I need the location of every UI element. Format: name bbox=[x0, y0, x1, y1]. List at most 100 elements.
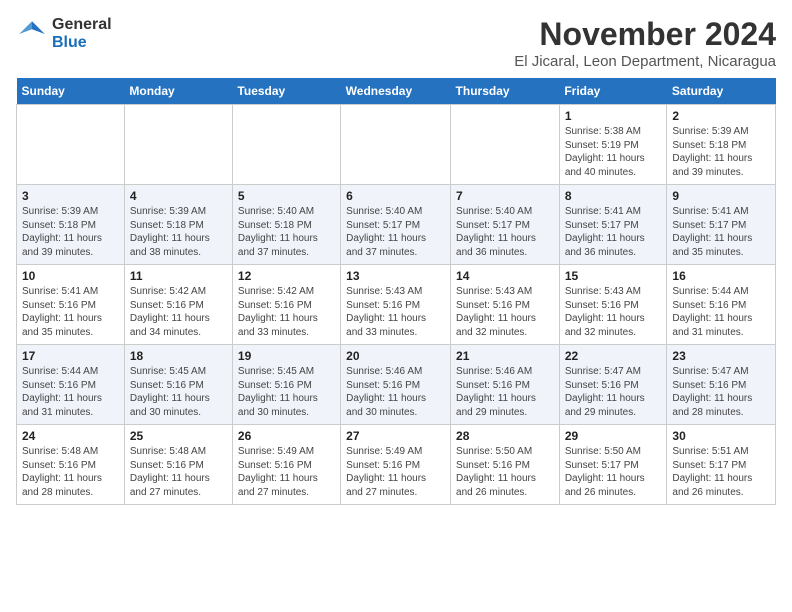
day-number: 29 bbox=[565, 429, 662, 443]
header-friday: Friday bbox=[559, 78, 667, 105]
day-number: 20 bbox=[346, 349, 445, 363]
day-number: 26 bbox=[238, 429, 335, 443]
week-row-3: 10Sunrise: 5:41 AM Sunset: 5:16 PM Dayli… bbox=[17, 265, 776, 345]
page-header: General Blue November 2024 El Jicaral, L… bbox=[16, 16, 776, 70]
day-number: 24 bbox=[22, 429, 119, 443]
calendar-cell: 18Sunrise: 5:45 AM Sunset: 5:16 PM Dayli… bbox=[124, 345, 232, 425]
day-info: Sunrise: 5:48 AM Sunset: 5:16 PM Dayligh… bbox=[130, 445, 227, 499]
calendar-cell: 29 Sunrise: 5:50 AM Sunset: 5:17 PM Dayli… bbox=[559, 425, 667, 505]
week-row-5: 24 Sunrise: 5:48 AM Sunset: 5:16 PM Dayli… bbox=[17, 425, 776, 505]
calendar-cell: 7 Sunrise: 5:40 AM Sunset: 5:17 PM Daylig… bbox=[451, 185, 560, 265]
main-title: November 2024 bbox=[514, 16, 776, 53]
calendar-cell: 23 Sunrise: 5:47 AM Sunset: 5:16 PM Dayli… bbox=[667, 345, 776, 425]
day-info: Sunrise: 5:46 AM Sunset: 5:16 PM Dayligh… bbox=[456, 365, 554, 419]
calendar-table: SundayMondayTuesdayWednesdayThursdayFrid… bbox=[16, 78, 776, 505]
day-info: Sunrise: 5:43 AM Sunset: 5:16 PM Dayligh… bbox=[565, 285, 662, 339]
header-wednesday: Wednesday bbox=[341, 78, 451, 105]
calendar-cell: 25 Sunrise: 5:48 AM Sunset: 5:16 PM Dayli… bbox=[124, 425, 232, 505]
day-info: Sunrise: 5:40 AM Sunset: 5:17 PM Dayligh… bbox=[456, 205, 554, 259]
day-number: 15 bbox=[565, 269, 662, 283]
day-info: Sunrise: 5:41 AM Sunset: 5:17 PM Dayligh… bbox=[565, 205, 662, 259]
day-info: Sunrise: 5:39 AM Sunset: 5:18 PM Dayligh… bbox=[672, 125, 770, 179]
day-number: 21 bbox=[456, 349, 554, 363]
header-sunday: Sunday bbox=[17, 78, 125, 105]
day-number: 25 bbox=[130, 429, 227, 443]
calendar-cell bbox=[451, 105, 560, 185]
day-number: 5 bbox=[238, 189, 335, 203]
calendar-cell: 28 Sunrise: 5:50 AM Sunset: 5:16 PM Dayli… bbox=[451, 425, 560, 505]
day-info: Sunrise: 5:43 AM Sunset: 5:16 PM Dayligh… bbox=[456, 285, 554, 339]
calendar-cell: 17 Sunrise: 5:44 AM Sunset: 5:16 PM Dayli… bbox=[17, 345, 125, 425]
day-info: Sunrise: 5:41 AM Sunset: 5:17 PM Dayligh… bbox=[672, 205, 770, 259]
day-number: 9 bbox=[672, 189, 770, 203]
day-info: Sunrise: 5:44 AM Sunset: 5:16 PM Dayligh… bbox=[22, 365, 119, 419]
calendar-cell: 15 Sunrise: 5:43 AM Sunset: 5:16 PM Dayli… bbox=[559, 265, 667, 345]
day-number: 1 bbox=[565, 109, 662, 123]
calendar-cell: 4 Sunrise: 5:39 AM Sunset: 5:18 PM Daylig… bbox=[124, 185, 232, 265]
day-number: 11 bbox=[130, 269, 227, 283]
calendar-cell: 6 Sunrise: 5:40 AM Sunset: 5:17 PM Daylig… bbox=[341, 185, 451, 265]
calendar-cell: 9 Sunrise: 5:41 AM Sunset: 5:17 PM Daylig… bbox=[667, 185, 776, 265]
day-number: 28 bbox=[456, 429, 554, 443]
logo-general: General bbox=[52, 16, 112, 34]
day-info: Sunrise: 5:47 AM Sunset: 5:16 PM Dayligh… bbox=[672, 365, 770, 419]
header-thursday: Thursday bbox=[451, 78, 560, 105]
calendar-cell: 20 Sunrise: 5:46 AM Sunset: 5:16 PM Dayli… bbox=[341, 345, 451, 425]
header-monday: Monday bbox=[124, 78, 232, 105]
day-number: 30 bbox=[672, 429, 770, 443]
calendar-cell: 8 Sunrise: 5:41 AM Sunset: 5:17 PM Daylig… bbox=[559, 185, 667, 265]
logo: General Blue bbox=[16, 16, 112, 51]
day-info: Sunrise: 5:44 AM Sunset: 5:16 PM Dayligh… bbox=[672, 285, 770, 339]
calendar-cell: 30Sunrise: 5:51 AM Sunset: 5:17 PM Dayli… bbox=[667, 425, 776, 505]
calendar-cell: 26Sunrise: 5:49 AM Sunset: 5:16 PM Dayli… bbox=[232, 425, 340, 505]
day-number: 13 bbox=[346, 269, 445, 283]
day-info: Sunrise: 5:40 AM Sunset: 5:18 PM Dayligh… bbox=[238, 205, 335, 259]
day-info: Sunrise: 5:48 AM Sunset: 5:16 PM Dayligh… bbox=[22, 445, 119, 499]
calendar-cell: 16 Sunrise: 5:44 AM Sunset: 5:16 PM Dayli… bbox=[667, 265, 776, 345]
calendar-cell: 22 Sunrise: 5:47 AM Sunset: 5:16 PM Dayli… bbox=[559, 345, 667, 425]
week-row-4: 17 Sunrise: 5:44 AM Sunset: 5:16 PM Dayli… bbox=[17, 345, 776, 425]
day-number: 12 bbox=[238, 269, 335, 283]
calendar-cell: 1 Sunrise: 5:38 AM Sunset: 5:19 PM Daylig… bbox=[559, 105, 667, 185]
calendar-cell: 24 Sunrise: 5:48 AM Sunset: 5:16 PM Dayli… bbox=[17, 425, 125, 505]
calendar-cell bbox=[124, 105, 232, 185]
header-saturday: Saturday bbox=[667, 78, 776, 105]
day-number: 23 bbox=[672, 349, 770, 363]
day-info: Sunrise: 5:39 AM Sunset: 5:18 PM Dayligh… bbox=[130, 205, 227, 259]
day-number: 4 bbox=[130, 189, 227, 203]
day-number: 16 bbox=[672, 269, 770, 283]
day-number: 7 bbox=[456, 189, 554, 203]
day-info: Sunrise: 5:50 AM Sunset: 5:16 PM Dayligh… bbox=[456, 445, 554, 499]
calendar-cell: 14 Sunrise: 5:43 AM Sunset: 5:16 PM Dayli… bbox=[451, 265, 560, 345]
calendar-cell: 2 Sunrise: 5:39 AM Sunset: 5:18 PM Daylig… bbox=[667, 105, 776, 185]
day-number: 17 bbox=[22, 349, 119, 363]
logo-blue: Blue bbox=[52, 34, 112, 52]
day-number: 6 bbox=[346, 189, 445, 203]
day-number: 22 bbox=[565, 349, 662, 363]
week-row-2: 3Sunrise: 5:39 AM Sunset: 5:18 PM Daylig… bbox=[17, 185, 776, 265]
day-number: 18 bbox=[130, 349, 227, 363]
day-info: Sunrise: 5:40 AM Sunset: 5:17 PM Dayligh… bbox=[346, 205, 445, 259]
day-number: 14 bbox=[456, 269, 554, 283]
day-info: Sunrise: 5:50 AM Sunset: 5:17 PM Dayligh… bbox=[565, 445, 662, 499]
header-row: SundayMondayTuesdayWednesdayThursdayFrid… bbox=[17, 78, 776, 105]
calendar-cell bbox=[17, 105, 125, 185]
calendar-cell: 21 Sunrise: 5:46 AM Sunset: 5:16 PM Dayli… bbox=[451, 345, 560, 425]
calendar-cell: 10Sunrise: 5:41 AM Sunset: 5:16 PM Dayli… bbox=[17, 265, 125, 345]
day-info: Sunrise: 5:41 AM Sunset: 5:16 PM Dayligh… bbox=[22, 285, 119, 339]
day-info: Sunrise: 5:38 AM Sunset: 5:19 PM Dayligh… bbox=[565, 125, 662, 179]
day-number: 2 bbox=[672, 109, 770, 123]
day-number: 8 bbox=[565, 189, 662, 203]
day-info: Sunrise: 5:46 AM Sunset: 5:16 PM Dayligh… bbox=[346, 365, 445, 419]
calendar-cell bbox=[341, 105, 451, 185]
calendar-cell: 19Sunrise: 5:45 AM Sunset: 5:16 PM Dayli… bbox=[232, 345, 340, 425]
calendar-cell: 27Sunrise: 5:49 AM Sunset: 5:16 PM Dayli… bbox=[341, 425, 451, 505]
day-info: Sunrise: 5:47 AM Sunset: 5:16 PM Dayligh… bbox=[565, 365, 662, 419]
calendar-cell: 11 Sunrise: 5:42 AM Sunset: 5:16 PM Dayli… bbox=[124, 265, 232, 345]
title-section: November 2024 El Jicaral, Leon Departmen… bbox=[514, 16, 776, 70]
day-number: 19 bbox=[238, 349, 335, 363]
day-info: Sunrise: 5:42 AM Sunset: 5:16 PM Dayligh… bbox=[238, 285, 335, 339]
day-info: Sunrise: 5:42 AM Sunset: 5:16 PM Dayligh… bbox=[130, 285, 227, 339]
calendar-cell bbox=[232, 105, 340, 185]
calendar-cell: 3Sunrise: 5:39 AM Sunset: 5:18 PM Daylig… bbox=[17, 185, 125, 265]
